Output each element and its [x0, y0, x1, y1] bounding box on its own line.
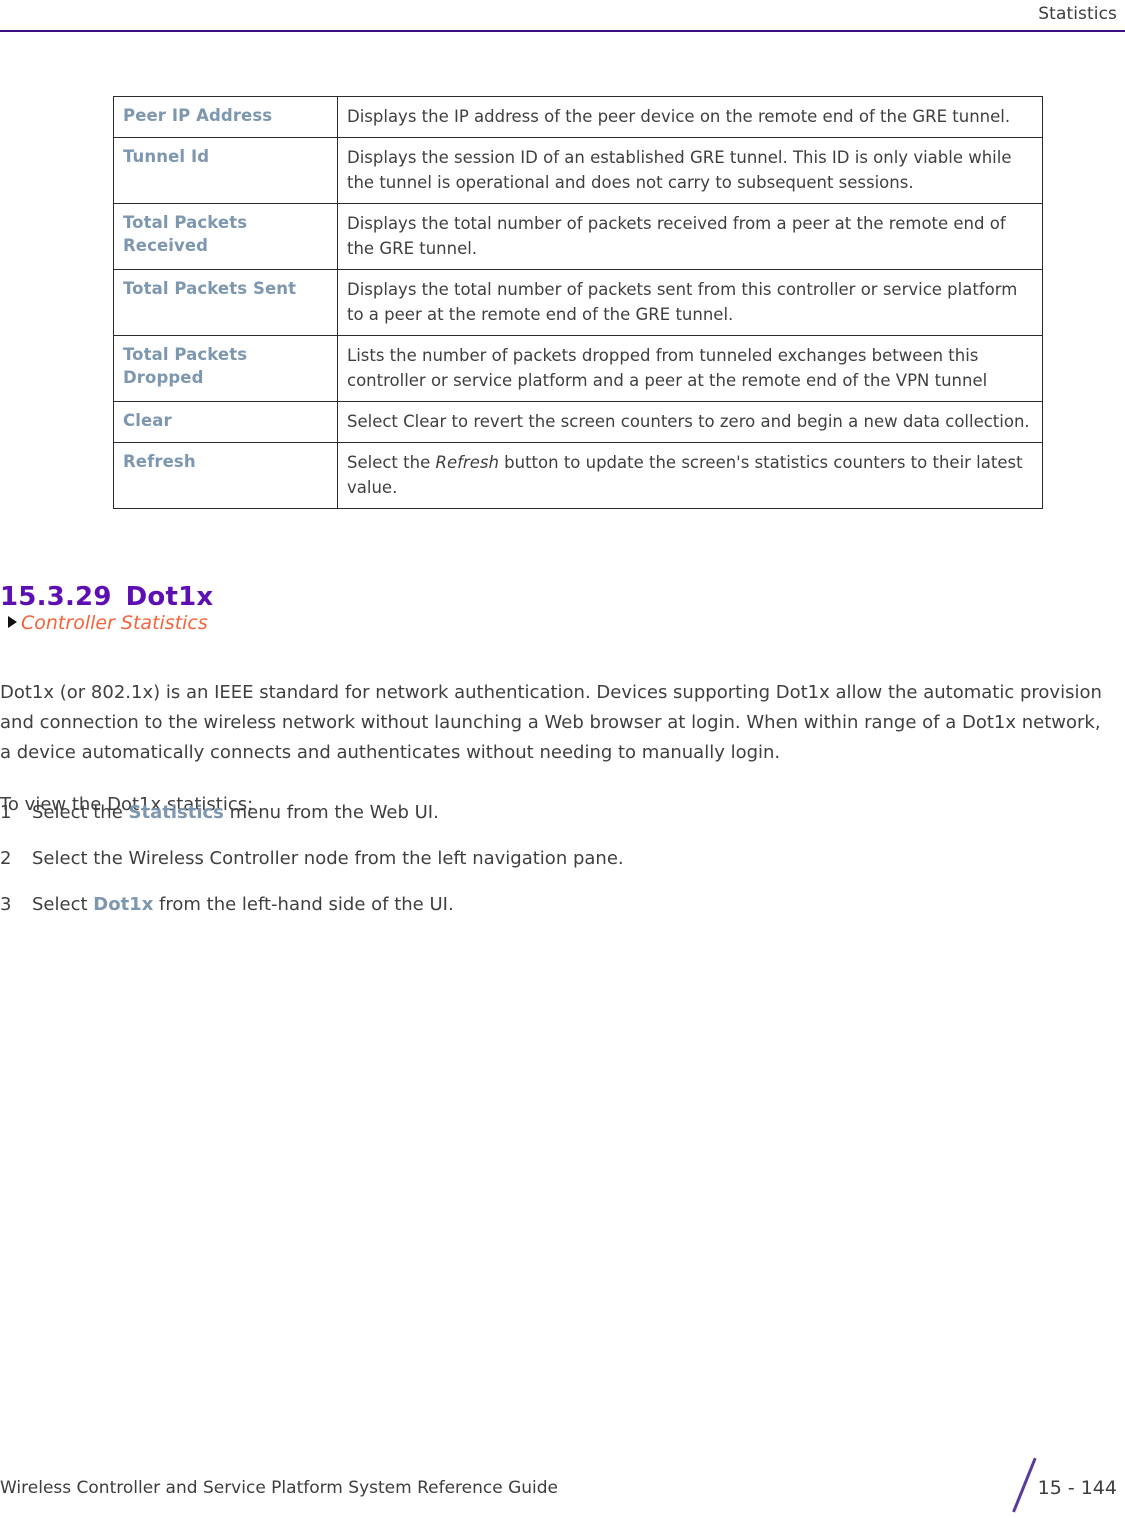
- param-label: Total Packets Dropped: [113, 335, 338, 402]
- table-row: Total Packets Sent Displays the total nu…: [113, 269, 1043, 336]
- step-text: Select Dot1x from the left-hand side of …: [32, 890, 1000, 920]
- param-label: Clear: [113, 401, 338, 443]
- param-description: Displays the total number of packets rec…: [337, 203, 1043, 270]
- procedure-steps: 1 Select the Statistics menu from the We…: [0, 798, 1000, 936]
- step-emphasis: Dot1x: [93, 894, 154, 915]
- crossref-label[interactable]: Controller Statistics: [21, 610, 208, 636]
- param-label: Peer IP Address: [113, 96, 338, 138]
- step-text: Select the Wireless Controller node from…: [32, 844, 1000, 874]
- footer-page-number: 15 - 144: [1037, 1477, 1117, 1499]
- table-row: Total Packets Dropped Lists the number o…: [113, 335, 1043, 402]
- table-row: Tunnel Id Displays the session ID of an …: [113, 137, 1043, 204]
- step-text-after: menu from the Web UI.: [223, 802, 439, 823]
- param-description: Lists the number of packets dropped from…: [337, 335, 1043, 402]
- gre-tunnel-parameter-table: Peer IP Address Displays the IP address …: [113, 96, 1043, 509]
- page-header: Statistics: [0, 0, 1125, 34]
- table-row: Peer IP Address Displays the IP address …: [113, 96, 1043, 138]
- desc-text-before: Select the: [347, 453, 436, 472]
- right-triangle-icon: [8, 616, 17, 628]
- page-footer: Wireless Controller and Service Platform…: [0, 1448, 1125, 1518]
- header-divider-rule: [0, 30, 1125, 32]
- param-description: Displays the session ID of an establishe…: [337, 137, 1043, 204]
- step-number: 2: [0, 848, 12, 869]
- param-description: Displays the IP address of the peer devi…: [337, 96, 1043, 138]
- desc-emphasis: Refresh: [435, 453, 499, 472]
- running-header-title: Statistics: [1038, 4, 1117, 24]
- list-item: 3 Select Dot1x from the left-hand side o…: [0, 890, 1000, 920]
- param-label: Tunnel Id: [113, 137, 338, 204]
- list-item: 2 Select the Wireless Controller node fr…: [0, 844, 1000, 874]
- step-text-before: Select the: [32, 802, 129, 823]
- section-heading: 15.3.29 Dot1x: [0, 582, 213, 612]
- section-title: Dot1x: [125, 581, 214, 612]
- intro-paragraph: Dot1x (or 802.1x) is an IEEE standard fo…: [0, 682, 1102, 763]
- param-description: Select Clear to revert the screen counte…: [337, 401, 1043, 443]
- step-text-before: Select the Wireless Controller node from…: [32, 848, 624, 869]
- step-text-before: Select: [32, 894, 94, 915]
- step-text-after: from the left-hand side of the UI.: [153, 894, 454, 915]
- param-label: Total Packets Received: [113, 203, 338, 270]
- section-number: 15.3.29: [0, 581, 112, 612]
- table-body: Peer IP Address Displays the IP address …: [113, 96, 1043, 509]
- step-text: Select the Statistics menu from the Web …: [32, 798, 1000, 828]
- param-description: Displays the total number of packets sen…: [337, 269, 1043, 336]
- table-row: Refresh Select the Refresh button to upd…: [113, 442, 1043, 509]
- step-number: 3: [0, 894, 12, 915]
- list-item: 1 Select the Statistics menu from the We…: [0, 798, 1000, 828]
- table-row: Clear Select Clear to revert the screen …: [113, 401, 1043, 443]
- param-description: Select the Refresh button to update the …: [337, 442, 1043, 509]
- footer-guide-title: Wireless Controller and Service Platform…: [0, 1478, 559, 1498]
- step-emphasis: Statistics: [128, 802, 224, 823]
- param-label: Refresh: [113, 442, 338, 509]
- table-row: Total Packets Received Displays the tota…: [113, 203, 1043, 270]
- crossref-link[interactable]: Controller Statistics: [8, 610, 208, 636]
- param-label: Total Packets Sent: [113, 269, 338, 336]
- step-number: 1: [0, 802, 12, 823]
- slash-decoration-icon: [1012, 1457, 1037, 1513]
